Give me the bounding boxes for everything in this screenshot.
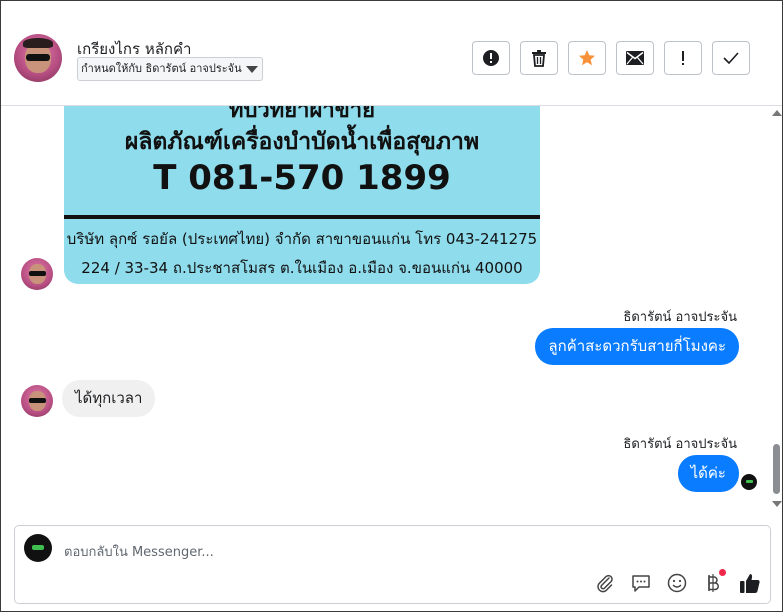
baht-icon	[708, 574, 719, 592]
envelope-icon	[626, 51, 644, 65]
image-text-line: 224 / 33-34 ถ.ประชาสโมสร ต.ในเมือง อ.เมื…	[81, 259, 523, 277]
reply-input[interactable]: ตอบกลับใน Messenger...	[64, 541, 214, 562]
like-button[interactable]	[737, 570, 763, 596]
page-avatar	[24, 534, 52, 562]
image-text-line: ผลิตภัณฑ์เครื่องบำบัดน้ำเพื่อสุขภาพ	[124, 129, 480, 155]
emoji-icon	[667, 573, 687, 593]
mark-done-button[interactable]	[712, 41, 750, 75]
trash-icon	[532, 50, 546, 67]
assign-dropdown[interactable]: กำหนดให้กับ ธิดารัตน์ อาจประจัน	[77, 57, 263, 81]
image-divider	[64, 215, 540, 219]
scrollbar-thumb[interactable]	[773, 444, 780, 494]
check-icon	[723, 52, 739, 64]
emoji-button[interactable]	[666, 572, 688, 594]
contact-avatar-small[interactable]	[21, 385, 53, 417]
outgoing-message[interactable]: ได้ค่ะ	[677, 455, 739, 492]
star-icon	[579, 50, 595, 66]
sender-name: ธิดารัตน์ อาจประจัน	[623, 310, 737, 325]
thumbs-up-icon	[740, 574, 760, 593]
incoming-message[interactable]: ได้ทุกเวลา	[62, 380, 156, 417]
mark-unread-button[interactable]	[616, 41, 654, 75]
conversation-header: เกรียงไกร หลักคำ กำหนดให้กับ ธิดารัตน์ อ…	[1, 1, 782, 106]
thread-scrollbar[interactable]	[771, 106, 782, 514]
star-button[interactable]	[568, 41, 606, 75]
attach-button[interactable]	[594, 572, 616, 594]
scroll-up-arrow-icon[interactable]	[772, 110, 782, 116]
paperclip-icon	[597, 574, 613, 593]
spam-button[interactable]	[472, 41, 510, 75]
contact-avatar[interactable]	[14, 34, 62, 82]
follow-up-button[interactable]	[664, 41, 702, 75]
exclamation-icon	[682, 51, 684, 65]
image-message[interactable]: ทบวทยาผาขาย ผลิตภัณฑ์เครื่องบำบัดน้ำเพื่…	[64, 106, 540, 284]
chat-bubble-icon	[632, 575, 650, 592]
caret-down-icon	[246, 66, 258, 73]
contact-avatar-small[interactable]	[21, 258, 53, 290]
assign-dropdown-label: กำหนดให้กับ ธิดารัตน์ อาจประจัน	[81, 62, 242, 75]
delete-button[interactable]	[520, 41, 558, 75]
message-thread[interactable]: ทบวทยาผาขาย ผลิตภัณฑ์เครื่องบำบัดน้ำเพื่…	[1, 106, 771, 514]
scroll-down-arrow-icon[interactable]	[772, 501, 782, 507]
outgoing-message[interactable]: ลูกค้าสะดวกรับสายกี่โมงคะ	[535, 328, 739, 365]
conversation-panel: เกรียงไกร หลักคำ กำหนดให้กับ ธิดารัตน์ อ…	[0, 0, 783, 612]
reply-composer[interactable]: ตอบกลับใน Messenger...	[14, 525, 771, 604]
sender-name: ธิดารัตน์ อาจประจัน	[623, 437, 737, 452]
exclamation-circle-icon	[483, 50, 499, 66]
image-text-line: T 081-570 1899	[153, 158, 451, 198]
image-text-line: บริษัท ลุกซ์ รอยัล (ประเทศไทย) จำกัด สาข…	[66, 230, 538, 248]
saved-replies-button[interactable]	[630, 572, 652, 594]
notification-dot	[719, 569, 726, 576]
seen-avatar-icon	[741, 474, 757, 490]
